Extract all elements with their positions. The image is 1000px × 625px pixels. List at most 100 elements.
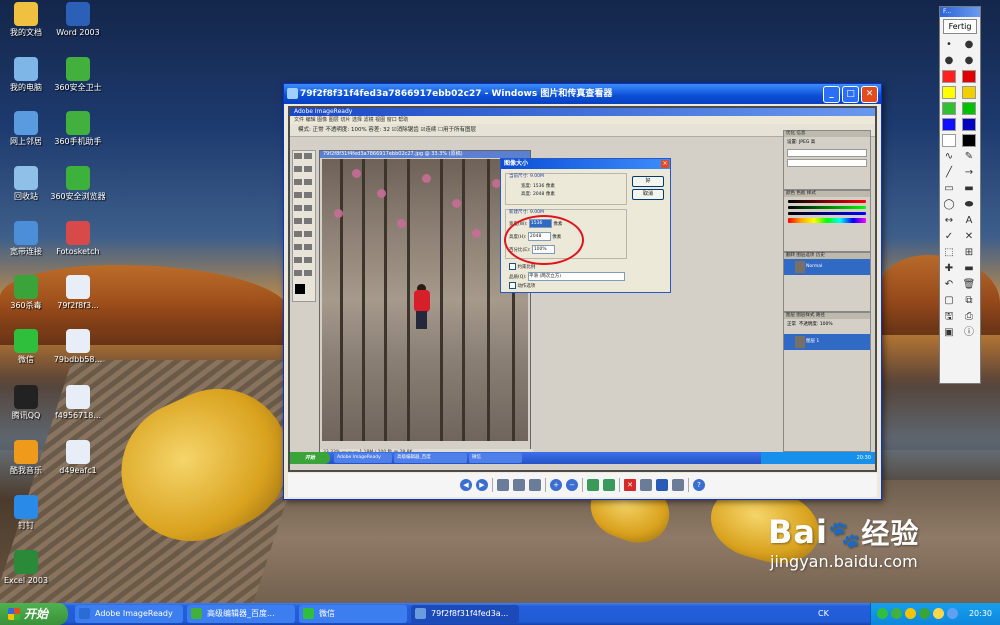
color-swatch[interactable] xyxy=(942,102,956,115)
arrow-icon[interactable]: → xyxy=(962,166,976,179)
medium-dot-icon[interactable]: ● xyxy=(942,54,956,67)
new-icon[interactable]: ▢ xyxy=(942,294,956,307)
small-dot-icon[interactable]: • xyxy=(942,38,956,51)
taskbar-task[interactable]: 79f2f8f31f4fed3a... xyxy=(411,605,519,623)
cross-icon[interactable]: ✕ xyxy=(962,230,976,243)
zoom-in-icon[interactable]: + xyxy=(550,479,562,491)
delete-icon[interactable]: ✕ xyxy=(624,479,636,491)
color-swatch[interactable] xyxy=(962,102,976,115)
text-icon[interactable]: A xyxy=(962,214,976,227)
rectangle-icon[interactable]: ▭ xyxy=(942,182,956,195)
close-button[interactable]: ✕ xyxy=(861,86,878,103)
ellipse-icon[interactable]: ◯ xyxy=(942,198,956,211)
connection-icon xyxy=(14,221,38,245)
color-swatch[interactable] xyxy=(962,118,976,131)
print-icon[interactable] xyxy=(640,479,652,491)
rotate-counterclockwise-icon[interactable] xyxy=(603,479,615,491)
double-arrow-icon[interactable]: ↔ xyxy=(942,214,956,227)
color-swatch[interactable] xyxy=(962,70,976,83)
desktop-icon[interactable]: Fotosketch xyxy=(45,221,111,257)
ir-start-button: 开始 xyxy=(290,452,330,464)
viewer-toolbar: ◀ ▶ + − ✕ ? xyxy=(288,473,877,497)
trash-icon[interactable]: 🗑 xyxy=(962,278,976,291)
next-image-icon[interactable]: ▶ xyxy=(476,479,488,491)
toolbox-title[interactable]: F... xyxy=(940,7,980,17)
color-swatch[interactable] xyxy=(942,70,956,83)
color-swatch[interactable] xyxy=(962,86,976,99)
maximize-button[interactable]: □ xyxy=(842,86,859,103)
color-swatch[interactable] xyxy=(942,86,956,99)
filled-rectangle-icon[interactable]: ▬ xyxy=(962,182,976,195)
freehand-icon[interactable]: ∿ xyxy=(942,150,956,163)
magnifier-icon[interactable]: ⊞ xyxy=(962,246,976,259)
antivirus-icon xyxy=(14,275,38,299)
optimize-format: 设置: JPEG 高 xyxy=(787,140,816,145)
360-tray-icon[interactable] xyxy=(891,608,902,619)
desktop-icon-label: 360安全卫士 xyxy=(54,83,102,92)
taskbar-task[interactable]: Adobe ImageReady xyxy=(75,605,183,623)
filled-ellipse-icon[interactable]: ⬬ xyxy=(962,198,976,211)
window-titlebar[interactable]: 79f2f8f31f4fed3a7866917ebb02c27 - Window… xyxy=(284,84,881,104)
check-icon[interactable]: ✓ xyxy=(942,230,956,243)
drawing-toolbox[interactable]: F... Fertig • ● ● ● ∿ ✎ ╱ → ▭ ▬ ◯ ⬬ ↔ A ✓ ✕ ⬚ ⊞ ✚ ▬ ↶ 🗑 ▢ ⧉ 🖫 ⎙ ▣ ⓘ xyxy=(939,6,981,384)
taskbar-task[interactable]: 高级编辑器_百度... xyxy=(187,605,295,623)
clock[interactable]: 20:30 xyxy=(969,603,992,625)
copy-icon[interactable]: ⧉ xyxy=(962,294,976,307)
input-language[interactable]: CK xyxy=(818,603,829,625)
best-fit-icon[interactable] xyxy=(497,479,509,491)
desktop-icon[interactable]: 360手机助手 xyxy=(45,111,111,147)
optimize-panel: 优化 信息 设置: JPEG 高 xyxy=(783,130,871,190)
antivirus-tray-icon[interactable] xyxy=(919,608,930,619)
undo-icon[interactable]: ↶ xyxy=(942,278,956,291)
desktop-icon-label: 钉钉 xyxy=(18,521,34,530)
desktop-icon[interactable]: 钉钉 xyxy=(0,495,59,531)
dialog-close-icon: × xyxy=(661,160,669,168)
xlarge-dot-icon[interactable]: ● xyxy=(962,54,976,67)
open-editor-icon[interactable] xyxy=(672,479,684,491)
desktop-icon[interactable]: Word 2003 xyxy=(45,2,111,38)
color-swatch[interactable] xyxy=(942,134,956,147)
desktop-icon[interactable]: 360安全浏览器 xyxy=(45,166,111,202)
desktop-icon[interactable]: 79bdbb58... xyxy=(45,329,111,365)
previous-image-icon[interactable]: ◀ xyxy=(460,479,472,491)
save-icon[interactable]: 🖫 xyxy=(942,310,956,323)
history-item: Normal xyxy=(806,264,823,269)
desktop-icon-label: 360手机助手 xyxy=(54,137,102,146)
slideshow-icon[interactable] xyxy=(529,479,541,491)
wechat-tray-icon[interactable] xyxy=(877,608,888,619)
color-swatch[interactable] xyxy=(962,134,976,147)
start-button[interactable]: 开始 xyxy=(0,603,68,625)
ir-taskbar: 开始 Adobe ImageReady 高级编辑器_百度 微信 20:30 xyxy=(290,452,875,464)
desktop-icon[interactable]: 79f2f8f3... xyxy=(45,275,111,311)
color-swatch[interactable] xyxy=(942,118,956,131)
desktop-icon[interactable]: Excel 2003 xyxy=(0,550,59,586)
print-icon[interactable]: ⎙ xyxy=(962,310,976,323)
fertig-button[interactable]: Fertig xyxy=(943,19,977,34)
taskbar-task[interactable]: 微信 xyxy=(299,605,407,623)
large-dot-icon[interactable]: ● xyxy=(962,38,976,51)
desktop-icon-label: f4956718... xyxy=(54,411,102,420)
actual-size-icon[interactable] xyxy=(513,479,525,491)
line-icon[interactable]: ╱ xyxy=(942,166,956,179)
desktop-icon[interactable]: d49eafc1 xyxy=(45,440,111,476)
help-icon[interactable]: ? xyxy=(693,479,705,491)
pen-icon[interactable]: ✎ xyxy=(962,150,976,163)
desktop-icon[interactable]: f4956718... xyxy=(45,385,111,421)
crop-icon[interactable]: ⬚ xyxy=(942,246,956,259)
picture-viewer-window[interactable]: 79f2f8f31f4fed3a7866917ebb02c27 - Window… xyxy=(283,83,882,500)
minus-icon[interactable]: ▬ xyxy=(962,262,976,275)
desktop-icon[interactable]: 360安全卫士 xyxy=(45,57,111,93)
image-file-icon xyxy=(66,275,90,299)
security-tray-icon[interactable] xyxy=(933,608,944,619)
layer-name: 图层 1 xyxy=(806,339,820,344)
minimize-button[interactable]: _ xyxy=(823,86,840,103)
zoom-out-icon[interactable]: − xyxy=(566,479,578,491)
settings-icon[interactable]: ▣ xyxy=(942,326,956,339)
network-tray-icon[interactable] xyxy=(905,608,916,619)
child-legs xyxy=(416,311,427,329)
plus-icon[interactable]: ✚ xyxy=(942,262,956,275)
rotate-clockwise-icon[interactable] xyxy=(587,479,599,491)
save-icon[interactable] xyxy=(656,479,668,491)
volume-tray-icon[interactable] xyxy=(947,608,958,619)
info-icon[interactable]: ⓘ xyxy=(962,326,976,339)
